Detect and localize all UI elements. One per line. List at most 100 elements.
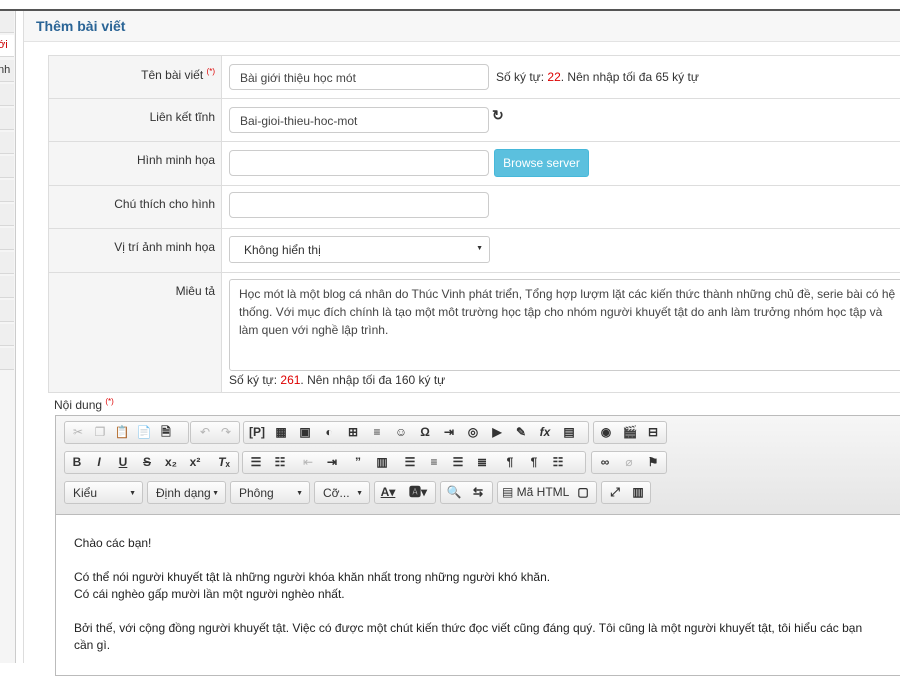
sidebar-item-active[interactable]: ới (0, 35, 14, 57)
sidebar-item[interactable] (0, 228, 14, 250)
sidebar-item[interactable] (0, 11, 14, 33)
text-color-icon[interactable]: A▾ (379, 484, 397, 501)
superscript-icon[interactable]: x² (186, 454, 204, 471)
earth-icon[interactable]: ◉ (597, 424, 615, 441)
formula-icon[interactable]: fx (536, 424, 554, 441)
content-paragraph: Chào các bạn! (74, 536, 152, 550)
anchor-flag-icon[interactable]: ⚑ (644, 454, 662, 471)
page-break-icon[interactable]: [P] (248, 424, 266, 441)
article-form: Tên bài viết (*) Bài giới thiệu học mót … (48, 55, 900, 393)
redo-icon[interactable]: ↷ (217, 424, 235, 441)
bg-color-icon[interactable]: 🅰▾ (409, 484, 427, 501)
find-icon[interactable]: 🔍 (445, 484, 463, 501)
content-paragraph (74, 603, 884, 620)
bulleted-list-icon[interactable]: ☷ (271, 454, 289, 471)
caption-input[interactable] (229, 192, 489, 218)
title-input[interactable]: Bài giới thiệu học mót (229, 64, 489, 90)
unlink-icon[interactable]: ⌀ (620, 454, 638, 471)
sidebar-item[interactable] (0, 300, 14, 322)
copy-icon[interactable]: ❐ (91, 424, 109, 441)
book-icon[interactable]: ▤ (560, 424, 578, 441)
row-caption: Chú thích cho hình (49, 186, 900, 229)
sidebar-item[interactable] (0, 204, 14, 226)
underline-icon[interactable]: U (114, 454, 132, 471)
description-label: Miêu tả (175, 284, 215, 298)
numbered-list-icon[interactable]: ☰ (247, 454, 265, 471)
image-input[interactable] (229, 150, 489, 176)
sidebar-item[interactable] (0, 324, 14, 346)
align-left-icon[interactable]: ☰ (401, 454, 419, 471)
justify-icon[interactable]: ≣ (473, 454, 491, 471)
row-image-position: Vị trí ảnh minh họa Không hiển thị ▼ (49, 229, 900, 273)
sidebar-item[interactable]: nh (0, 60, 14, 82)
smiley-icon[interactable]: ☺ (392, 424, 410, 441)
paste-text-icon[interactable]: 📄 (135, 424, 153, 441)
sidebar-item[interactable] (0, 252, 14, 274)
undo-icon[interactable]: ↶ (196, 424, 214, 441)
font-dropdown[interactable]: Phông ▼ (230, 481, 310, 504)
link-icon[interactable]: ∞ (596, 454, 614, 471)
special-char-icon[interactable]: Ω (416, 424, 434, 441)
row-image: Hình minh họa Browse server (49, 142, 900, 186)
globe-icon[interactable]: ◎ (464, 424, 482, 441)
strike-icon[interactable]: S (138, 454, 156, 471)
sidebar-item[interactable] (0, 132, 14, 154)
slug-input[interactable]: Bai-gioi-thieu-hoc-mot (229, 107, 489, 133)
image-label: Hình minh họa (136, 153, 215, 167)
sidebar-item[interactable] (0, 156, 14, 178)
clean-icon[interactable]: ✎ (512, 424, 530, 441)
sidebar-item[interactable] (0, 84, 14, 106)
list-block-icon[interactable]: ⇥ (440, 424, 458, 441)
bold-icon[interactable]: B (68, 454, 86, 471)
editor-content-area[interactable]: Chào các bạn! Có thể nói người khuyết tậ… (56, 515, 900, 654)
style-dropdown[interactable]: Định dạng ▼ (147, 481, 226, 504)
flash-icon[interactable]: ◐ (320, 424, 338, 441)
image-position-select[interactable]: Không hiển thị ▼ (229, 236, 490, 263)
cut-icon[interactable]: ✂ (69, 424, 87, 441)
replace-icon[interactable]: ⇆ (469, 484, 487, 501)
sidebar-item[interactable] (0, 276, 14, 298)
youtube-icon[interactable]: ▶ (488, 424, 506, 441)
insert-group: [P] ▦ ▣ ◐ ⊞ ≡ ☺ Ω ⇥ ◎ ▶ ✎ fx ▤ (243, 421, 589, 444)
paste-icon[interactable]: 📋 (113, 424, 131, 441)
horizontal-rule-icon[interactable]: ≡ (368, 424, 386, 441)
refresh-icon[interactable]: ↻ (492, 107, 504, 124)
description-textarea[interactable]: Học mót là một blog cá nhân do Thúc Vinh… (229, 279, 900, 371)
align-right-icon[interactable]: ☰ (449, 454, 467, 471)
browse-server-button[interactable]: Browse server (494, 149, 589, 177)
template-icon[interactable]: ▦ (272, 424, 290, 441)
video-icon[interactable]: 🎬 (621, 424, 639, 441)
maximize-icon[interactable]: ⤢ (606, 484, 624, 501)
color-group: A▾ 🅰▾ (374, 481, 436, 504)
title-label: Tên bài viết (*) (141, 67, 215, 82)
extra-group: ◉ 🎬 ⊟ (593, 421, 667, 444)
language-icon[interactable]: ☷ (549, 454, 567, 471)
indent-icon[interactable]: ⇥ (323, 454, 341, 471)
show-blocks-icon[interactable]: ▥ (629, 484, 647, 501)
align-center-icon[interactable]: ≡ (425, 454, 443, 471)
sidebar-item[interactable] (0, 180, 14, 202)
table-icon[interactable]: ⊞ (344, 424, 362, 441)
format-dropdown[interactable]: Kiểu ▼ (64, 481, 143, 504)
italic-icon[interactable]: I (90, 454, 108, 471)
left-sidebar: ới nh (0, 11, 16, 663)
remove-format-icon[interactable]: Tₓ (215, 454, 233, 471)
rtl-icon[interactable]: ¶ (525, 454, 543, 471)
source-button[interactable]: ▤ Mã HTML (502, 484, 572, 501)
image-icon[interactable]: ▣ (296, 424, 314, 441)
form-icon[interactable]: ⊟ (644, 424, 662, 441)
paste-word-icon[interactable]: 🗎 (157, 424, 175, 441)
outdent-icon[interactable]: ⇤ (299, 454, 317, 471)
content-paragraph: Có cái nghèo gấp mười lần một người nghè… (74, 587, 345, 601)
ltr-icon[interactable]: ¶ (501, 454, 519, 471)
row-slug: Liên kết tĩnh Bai-gioi-thieu-hoc-mot ↻ (49, 99, 900, 142)
sidebar-item[interactable] (0, 108, 14, 130)
div-container-icon[interactable]: ▥ (373, 454, 391, 471)
subscript-icon[interactable]: x₂ (162, 454, 180, 471)
font-size-dropdown[interactable]: Cỡ... ▼ (314, 481, 370, 504)
content-paragraph (74, 552, 884, 569)
blockquote-icon[interactable]: ” (349, 454, 367, 471)
link-group: ∞ ⌀ ⚑ (591, 451, 667, 474)
preview-icon[interactable]: ▢ (574, 484, 592, 501)
sidebar-item[interactable] (0, 348, 14, 370)
